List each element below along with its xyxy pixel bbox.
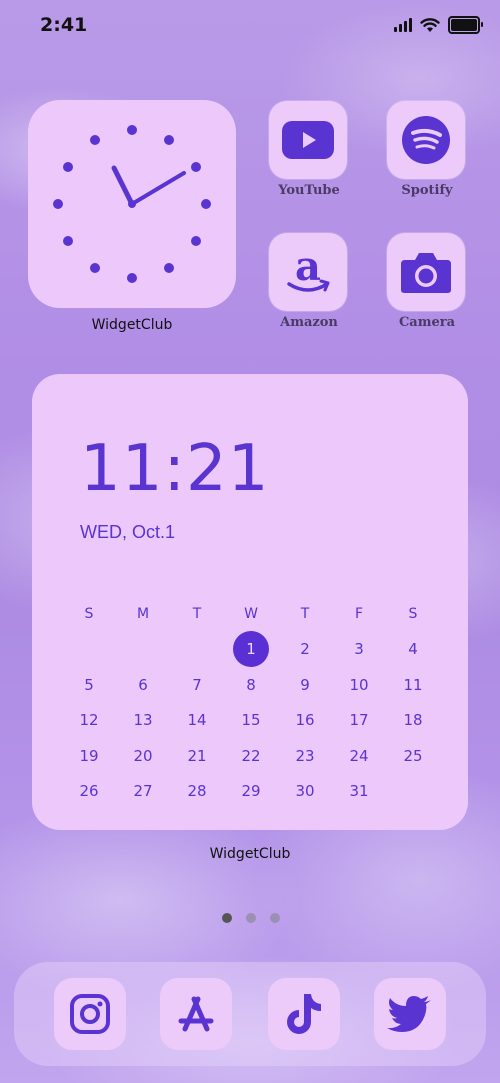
amazon-icon: a <box>287 246 330 292</box>
calendar-day[interactable]: 19 <box>62 747 116 765</box>
spotify-icon <box>402 116 450 164</box>
clock-widget-label: WidgetClub <box>91 317 173 333</box>
weekday-label: T <box>192 605 202 622</box>
app-label: Spotify <box>401 183 453 198</box>
calendar-day[interactable]: 1 <box>224 631 278 668</box>
calendar-widget[interactable]: 11:21 WED, Oct.1 SMTWTFS 1 2 3 4 5 6 7 8 9 10 11 12… <box>32 374 468 830</box>
calendar-day[interactable]: 28 <box>170 782 224 800</box>
tiktok-icon <box>287 994 321 1034</box>
dock-app-instagram[interactable] <box>54 978 126 1050</box>
weekday-label: S <box>84 605 94 622</box>
calendar-day[interactable]: 27 <box>116 782 170 800</box>
calendar-day[interactable]: 31 <box>332 782 386 800</box>
youtube-icon <box>282 121 334 159</box>
app-youtube[interactable]: YouTube <box>269 101 349 198</box>
calendar-day[interactable]: 25 <box>386 747 440 765</box>
calendar-day[interactable]: 23 <box>278 747 332 765</box>
calendar-day[interactable]: 13 <box>116 711 170 729</box>
dock-app-tiktok[interactable] <box>268 978 340 1050</box>
analog-clock-icon <box>53 125 211 283</box>
calendar-day[interactable]: 6 <box>116 676 170 694</box>
weekday-header: SMTWTFS <box>62 596 440 632</box>
wifi-icon <box>420 17 440 32</box>
calendar-day[interactable]: 3 <box>332 640 386 658</box>
app-tile[interactable] <box>387 233 465 311</box>
weekday-label: S <box>408 605 418 622</box>
calendar-day[interactable]: 16 <box>278 711 332 729</box>
status-icons <box>394 16 483 34</box>
page-indicator[interactable] <box>222 913 280 923</box>
calendar-day[interactable]: 11 <box>386 676 440 694</box>
instagram-icon <box>70 994 110 1034</box>
svg-text:a: a <box>295 246 321 290</box>
app-camera[interactable]: Camera <box>387 233 467 330</box>
dock-app-twitter[interactable] <box>374 978 446 1050</box>
dock-app-store[interactable] <box>160 978 232 1050</box>
calendar-day[interactable]: 17 <box>332 711 386 729</box>
calendar-day[interactable]: 9 <box>278 676 332 694</box>
app-tile[interactable] <box>387 101 465 179</box>
app-tile[interactable] <box>269 101 347 179</box>
calendar-day[interactable]: 26 <box>62 782 116 800</box>
app-spotify[interactable]: Spotify <box>387 101 467 198</box>
calendar-day[interactable]: 14 <box>170 711 224 729</box>
calendar-week-row: 26 27 28 29 30 31 <box>62 774 440 810</box>
calendar-day[interactable]: 29 <box>224 782 278 800</box>
status-time: 2:41 <box>40 14 88 36</box>
weekday-label: M <box>136 605 150 622</box>
calendar-day[interactable]: 22 <box>224 747 278 765</box>
calendar-today[interactable]: 1 <box>233 631 269 668</box>
calendar-day[interactable]: 5 <box>62 676 116 694</box>
calendar-week-row: 1234 <box>62 631 440 668</box>
app-label: Amazon <box>280 315 338 330</box>
camera-icon <box>401 253 451 293</box>
calendar-grid: SMTWTFS 1 2 3 4 5 6 7 8 9 10 11 12 13 14 15 16 17 18 19 20 2… <box>62 596 440 809</box>
weekday-label: T <box>300 605 310 622</box>
page-dot[interactable] <box>222 913 232 923</box>
weekday-label: F <box>354 605 364 622</box>
app-tile[interactable]: a <box>269 233 347 311</box>
calendar-week-row: 19 20 21 22 23 24 25 <box>62 738 440 774</box>
calendar-time: 11:21 <box>80 432 270 506</box>
calendar-day[interactable]: 18 <box>386 711 440 729</box>
twitter-icon <box>387 996 431 1032</box>
app-label: Camera <box>398 315 456 330</box>
calendar-day[interactable]: 2 <box>278 640 332 658</box>
app-label: YouTube <box>278 183 340 198</box>
battery-icon <box>448 16 483 34</box>
calendar-day[interactable]: 30 <box>278 782 332 800</box>
calendar-week-row: 12 13 14 15 16 17 18 <box>62 703 440 739</box>
calendar-day[interactable]: 15 <box>224 711 278 729</box>
calendar-date: WED, Oct.1 <box>80 522 176 542</box>
calendar-day[interactable]: 7 <box>170 676 224 694</box>
app-amazon[interactable]: a Amazon <box>269 233 349 330</box>
page-dot[interactable] <box>270 913 280 923</box>
cellular-signal-icon <box>394 18 412 32</box>
calendar-day[interactable]: 12 <box>62 711 116 729</box>
calendar-day[interactable]: 20 <box>116 747 170 765</box>
clock-widget[interactable] <box>28 100 236 308</box>
app-store-icon <box>178 996 214 1032</box>
calendar-day[interactable]: 4 <box>386 640 440 658</box>
calendar-day[interactable]: 10 <box>332 676 386 694</box>
calendar-week-row: 5 6 7 8 9 10 11 <box>62 667 440 703</box>
page-dot[interactable] <box>246 913 256 923</box>
calendar-day[interactable]: 21 <box>170 747 224 765</box>
dock <box>14 962 486 1066</box>
calendar-day[interactable]: 8 <box>224 676 278 694</box>
weekday-label: W <box>244 605 258 622</box>
calendar-day[interactable]: 24 <box>332 747 386 765</box>
calendar-widget-label: WidgetClub <box>209 846 291 862</box>
